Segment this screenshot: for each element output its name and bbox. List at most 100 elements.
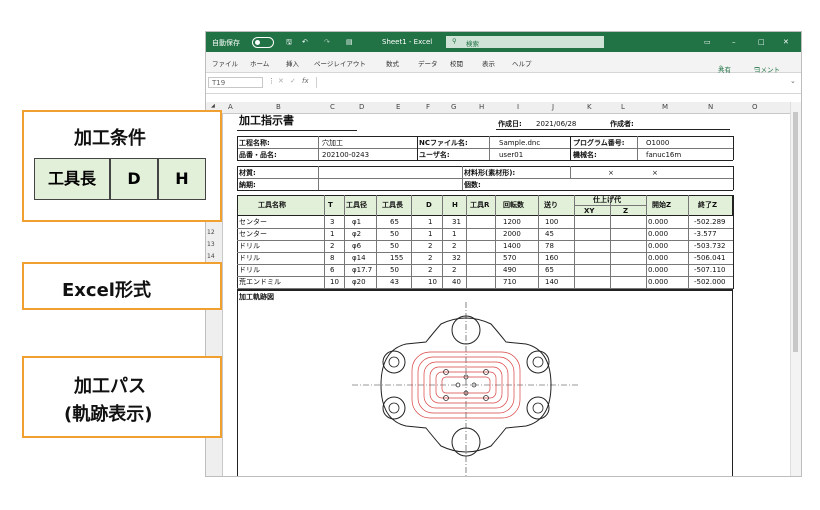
tool-value-cell[interactable]: 490 bbox=[503, 265, 516, 275]
material-border bbox=[237, 166, 733, 167]
tool-value-cell[interactable]: 710 bbox=[503, 277, 516, 287]
tool-value-cell[interactable]: 2000 bbox=[503, 229, 521, 239]
table-column-border bbox=[688, 195, 689, 289]
machine-label: 機械名: bbox=[573, 151, 597, 159]
tool-value-cell[interactable]: 6 bbox=[330, 265, 334, 275]
table-column-border bbox=[324, 195, 325, 289]
tool-value-cell[interactable]: 2 bbox=[452, 241, 456, 251]
tool-value-cell[interactable]: 1 bbox=[428, 217, 432, 227]
process-label: 工程名称: bbox=[239, 139, 270, 147]
tool-value-cell[interactable]: -3.577 bbox=[694, 229, 717, 239]
tool-value-cell[interactable]: 10 bbox=[428, 277, 437, 287]
th-xy: XY bbox=[584, 207, 595, 215]
program-value: O1000 bbox=[646, 139, 670, 147]
nc-label: NCファイル名: bbox=[419, 139, 468, 147]
nc-value: Sample.dnc bbox=[499, 139, 541, 147]
hole-top-right bbox=[526, 350, 550, 374]
tool-value-cell[interactable]: φ2 bbox=[352, 229, 361, 239]
tool-value-cell[interactable]: φ14 bbox=[352, 253, 366, 263]
th-tool-name: 工具名称 bbox=[258, 201, 286, 209]
tool-value-cell[interactable]: 0.000 bbox=[648, 277, 668, 287]
cond-cell-tool-length: 工具長 bbox=[34, 158, 110, 200]
table-column-border bbox=[538, 195, 539, 289]
tool-value-cell[interactable]: 50 bbox=[390, 241, 399, 251]
info-border bbox=[637, 136, 638, 160]
sheet-area: 加工指示書 作成日: 2021/06/28 作成者: 工程名称: 穴加工 NCフ… bbox=[206, 32, 801, 476]
tool-path-label-1: 加工パス bbox=[74, 376, 146, 397]
tool-value-cell[interactable]: φ20 bbox=[352, 277, 366, 287]
tool-value-cell[interactable]: φ6 bbox=[352, 241, 361, 251]
hole-bottom-left bbox=[382, 396, 406, 420]
tool-value-cell[interactable]: 0.000 bbox=[648, 217, 668, 227]
th-tool-r: 工具R bbox=[470, 201, 490, 209]
tool-value-cell[interactable]: 2 bbox=[452, 265, 456, 275]
author-label: 作成者: bbox=[610, 120, 634, 128]
tool-name-cell[interactable]: ドリル bbox=[239, 253, 260, 263]
tool-value-cell[interactable]: 2 bbox=[428, 253, 432, 263]
th-finish: 仕上げ代 bbox=[593, 196, 621, 204]
tool-value-cell[interactable]: 1400 bbox=[503, 241, 521, 251]
tool-value-cell[interactable]: 78 bbox=[545, 241, 554, 251]
hole-bottom-left-inner bbox=[388, 402, 400, 414]
excel-format-callout: Excel形式 bbox=[22, 262, 222, 310]
tool-value-cell[interactable]: 32 bbox=[452, 253, 461, 263]
tool-value-cell[interactable]: 570 bbox=[503, 253, 516, 263]
tool-value-cell[interactable]: 1 bbox=[452, 229, 456, 239]
cond-cell-h: H bbox=[158, 158, 206, 200]
tool-value-cell[interactable]: 0.000 bbox=[648, 253, 668, 263]
table-column-border bbox=[237, 195, 238, 289]
tool-value-cell[interactable]: -502.000 bbox=[694, 277, 725, 287]
th-tool-dia: 工具径 bbox=[346, 201, 367, 209]
tool-value-cell[interactable]: 31 bbox=[452, 217, 461, 227]
tool-value-cell[interactable]: 2 bbox=[428, 265, 432, 275]
th-tool-len: 工具長 bbox=[382, 201, 403, 209]
tool-value-cell[interactable]: -502.289 bbox=[694, 217, 725, 227]
tool-value-cell[interactable]: 160 bbox=[545, 253, 558, 263]
tool-value-cell[interactable]: 140 bbox=[545, 277, 558, 287]
table-column-border bbox=[376, 195, 377, 289]
tool-value-cell[interactable]: -507.110 bbox=[694, 265, 725, 275]
tool-value-cell[interactable]: φ17.7 bbox=[352, 265, 372, 275]
tool-value-cell[interactable]: 65 bbox=[545, 265, 554, 275]
table-column-border bbox=[495, 195, 496, 289]
excel-window: 自動保存 🖫 ↶ ↷ ▤ Sheet1 - Excel ⚲ 検索 ▭ – □ ✕… bbox=[205, 31, 802, 477]
tool-value-cell[interactable]: 155 bbox=[390, 253, 403, 263]
tool-value-cell[interactable]: 40 bbox=[452, 277, 461, 287]
tool-name-cell[interactable]: ドリル bbox=[239, 241, 260, 251]
tool-value-cell[interactable]: 65 bbox=[390, 217, 399, 227]
tool-value-cell[interactable]: -506.041 bbox=[694, 253, 725, 263]
tool-value-cell[interactable]: 100 bbox=[545, 217, 558, 227]
tool-name-cell[interactable]: センター bbox=[239, 229, 267, 239]
part-label: 品番・品名: bbox=[239, 151, 277, 159]
tool-name-cell[interactable]: センター bbox=[239, 217, 267, 227]
info-border bbox=[489, 136, 490, 160]
tool-name-cell[interactable]: ドリル bbox=[239, 265, 260, 275]
tool-value-cell[interactable]: 50 bbox=[390, 229, 399, 239]
tool-value-cell[interactable]: 45 bbox=[545, 229, 554, 239]
tool-value-cell[interactable]: 0.000 bbox=[648, 229, 668, 239]
conditions-callout: 加工条件 工具長 D H bbox=[22, 110, 222, 222]
tool-value-cell[interactable]: φ1 bbox=[352, 217, 361, 227]
tool-value-cell[interactable]: 3 bbox=[330, 217, 334, 227]
tool-value-cell[interactable]: 1 bbox=[330, 229, 334, 239]
tool-value-cell[interactable]: 43 bbox=[390, 277, 399, 287]
tool-value-cell[interactable]: 50 bbox=[390, 265, 399, 275]
tool-value-cell[interactable]: 10 bbox=[330, 277, 339, 287]
tool-value-cell[interactable]: 0.000 bbox=[648, 241, 668, 251]
info-border bbox=[237, 160, 733, 161]
tool-value-cell[interactable]: 2 bbox=[330, 241, 334, 251]
tool-value-cell[interactable]: -503.732 bbox=[694, 241, 725, 251]
tool-value-cell[interactable]: 0.000 bbox=[648, 265, 668, 275]
hole-top-right-inner bbox=[532, 356, 544, 368]
material-border bbox=[318, 166, 319, 190]
tool-value-cell[interactable]: 2 bbox=[428, 241, 432, 251]
tool-value-cell[interactable]: 1200 bbox=[503, 217, 521, 227]
table-column-border bbox=[646, 195, 647, 289]
table-column-border bbox=[574, 195, 575, 289]
info-border bbox=[733, 136, 734, 160]
tool-value-cell[interactable]: 8 bbox=[330, 253, 334, 263]
tool-value-cell[interactable]: 1 bbox=[428, 229, 432, 239]
th-t: T bbox=[328, 201, 333, 209]
sheet-title: 加工指示書 bbox=[239, 114, 294, 127]
tool-name-cell[interactable]: 荒エンドミル bbox=[239, 277, 281, 287]
